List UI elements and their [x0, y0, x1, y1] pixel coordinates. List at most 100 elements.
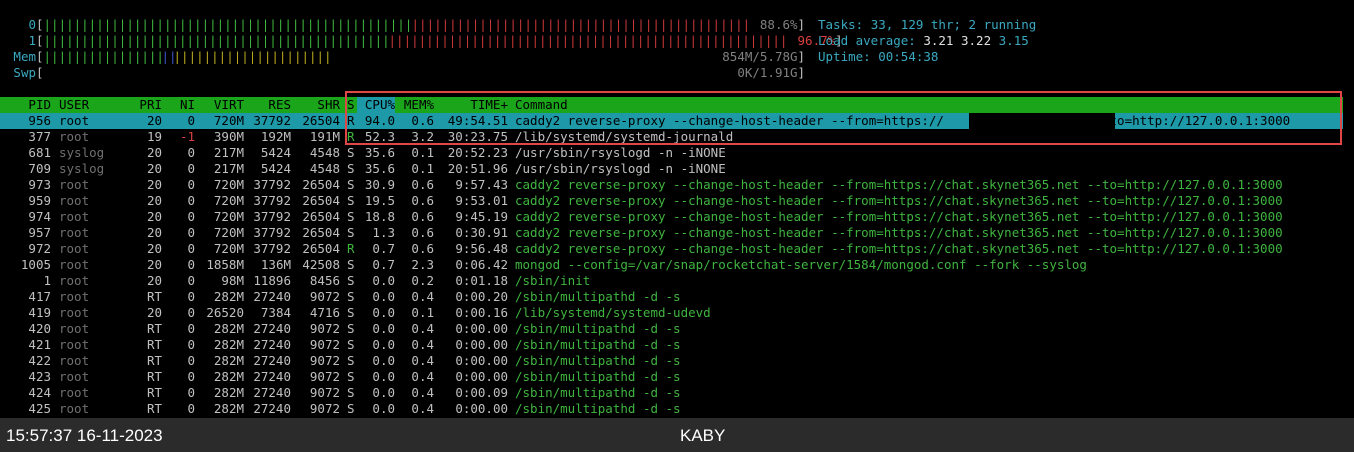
process-row[interactable]: 422 root RT 0 282M 27240 9072 S 0.0 0.4 0:00.00/sb… — [0, 353, 1343, 369]
col-mem[interactable]: MEM% — [400, 97, 434, 113]
cell-res: 27240 — [253, 385, 291, 400]
process-row[interactable]: 425 root RT 0 282M 27240 9072 S 0.0 0.4 0:00.00/sb… — [0, 401, 1343, 417]
process-row[interactable]: 973 root 20 0 720M 37792 26504 S 30.9 0.6 9:57.43 c… — [0, 177, 1343, 193]
cell-pid: 957 — [28, 225, 51, 240]
col-cpu[interactable]: CPU% — [357, 97, 395, 113]
cell-ni: 0 — [187, 241, 195, 256]
cell-pri: 20 — [146, 209, 162, 224]
process-row[interactable]: 957 root 20 0 720M 37792 26504 S 1.3 0.6 0:30.91 ca… — [0, 225, 1343, 241]
htop-terminal: 0[||||||||||||||||||||||||||||||||||||||… — [0, 0, 1354, 418]
cell-pid: 709 — [28, 161, 51, 176]
col-ni[interactable]: NI — [170, 97, 195, 113]
cell-res: 37792 — [253, 177, 291, 192]
col-command[interactable]: Command — [515, 97, 568, 113]
cell-mem: 0.1 — [411, 161, 434, 176]
cell-time: 0:30.91 — [455, 225, 508, 240]
cell-time: 0:00.00 — [455, 401, 508, 416]
cell-user: root — [59, 209, 90, 224]
cell-user: root — [59, 353, 90, 368]
cell-mem: 0.2 — [411, 273, 434, 288]
cell-user: syslog — [59, 145, 105, 160]
cell-ni: 0 — [187, 193, 195, 208]
cpu0-bar-green: ||||||||||||||||||||||||||||||||||||||||… — [43, 17, 412, 32]
col-res[interactable]: RES — [248, 97, 291, 113]
cell-user: root — [59, 129, 90, 144]
process-row[interactable]: 709 syslog 20 0 217M 5424 4548 S 35.6 0.1 20:51.96… — [0, 161, 1343, 177]
cell-shr: 26504 — [302, 193, 340, 208]
cell-user: root — [59, 273, 90, 288]
process-row[interactable]: 377 root 19 -1 390M 192M 191M R 52.3 3.2 30:23.75 /… — [0, 129, 1343, 145]
cell-cpu: 0.0 — [372, 385, 395, 400]
col-state[interactable]: S — [347, 97, 355, 113]
process-row[interactable]: 956 root 20 0 720M 37792 26504 R 94.0 0.6 49:54.51… — [0, 113, 1343, 129]
cell-virt: 26520 — [206, 305, 244, 320]
cell-time: 0:00.00 — [455, 337, 508, 352]
process-row[interactable]: 421 root RT 0 282M 27240 9072 S 0.0 0.4 0:00.00/sb… — [0, 337, 1343, 353]
cell-pid: 974 — [28, 209, 51, 224]
cell-pri: RT — [146, 369, 162, 384]
cell-cpu: 52.3 — [364, 129, 395, 144]
process-row[interactable]: 681 syslog 20 0 217M 5424 4548 S 35.6 0.1 20:52.23… — [0, 145, 1343, 161]
cell-cpu: 18.8 — [364, 209, 395, 224]
swp-value: 0K/1.91G — [737, 65, 798, 80]
swp-meter: Swp[0K/1.91G] — [8, 65, 805, 81]
cell-pri: RT — [146, 401, 162, 416]
cell-s: S — [347, 193, 355, 208]
process-row[interactable]: 420 root RT 0 282M 27240 9072 S 0.0 0.4 0:00.00/sb… — [0, 321, 1343, 337]
cell-ni: 0 — [187, 369, 195, 384]
col-pid[interactable]: PID — [0, 97, 51, 113]
process-row[interactable]: 974 root 20 0 720M 37792 26504 S 18.8 0.6 9:45.19 c… — [0, 209, 1343, 225]
mem-bar-yellow: ||||||||||||||||||||||||||||||||||| — [173, 49, 334, 64]
cell-cpu: 0.0 — [372, 369, 395, 384]
cell-mem: 0.4 — [411, 401, 434, 416]
cell-pri: 20 — [146, 177, 162, 192]
mem-meter: Mem[|||||||||||||||| ||||||||||||||||||||… — [8, 49, 805, 65]
cell-cpu: 0.7 — [372, 257, 395, 272]
col-shr[interactable]: SHR — [295, 97, 340, 113]
cell-cpu: 0.0 — [372, 401, 395, 416]
cell-res: 27240 — [253, 353, 291, 368]
cell-pri: 20 — [146, 161, 162, 176]
cell-pid: 422 — [28, 353, 51, 368]
cell-s: R — [347, 113, 355, 128]
cell-pid: 956 — [28, 113, 51, 128]
cell-user: root — [59, 337, 90, 352]
cell-s: S — [347, 145, 355, 160]
cell-user: root — [59, 369, 90, 384]
cell-shr: 9072 — [309, 289, 340, 304]
process-row[interactable]: 424 root RT 0 282M 27240 9072 S 0.0 0.4 0:00.09/sb… — [0, 385, 1343, 401]
col-pri[interactable]: PRI — [120, 97, 162, 113]
cell-command: /sbin/multipathd -d -s — [515, 321, 681, 336]
process-row[interactable]: 423 root RT 0 282M 27240 9072 S 0.0 0.4 0:00.00/sb… — [0, 369, 1343, 385]
cell-virt: 217M — [213, 145, 244, 160]
cell-pri: RT — [146, 385, 162, 400]
col-time[interactable]: TIME+ — [440, 97, 508, 113]
cell-shr: 26504 — [302, 113, 340, 128]
cell-pid: 420 — [28, 321, 51, 336]
cell-shr: 9072 — [309, 337, 340, 352]
cell-cpu: 30.9 — [364, 177, 395, 192]
process-row[interactable]: 419 root 20 0 26520 7384 4716 S 0.0 0.1 0:00.16/li… — [0, 305, 1343, 321]
cell-shr: 9072 — [309, 353, 340, 368]
process-row[interactable]: 959 root 20 0 720M 37792 26504 S 19.5 0.6 9:53.01 c… — [0, 193, 1343, 209]
cell-pri: 20 — [146, 305, 162, 320]
cell-virt: 282M — [213, 337, 244, 352]
col-user[interactable]: USER — [59, 97, 89, 113]
process-row[interactable]: 1005 root 20 0 1858M 136M 42508 S 0.7 2.3 0:06.42 m… — [0, 257, 1343, 273]
cell-res: 37792 — [253, 241, 291, 256]
cell-time: 49:54.51 — [447, 113, 508, 128]
cell-time: 0:00.09 — [455, 385, 508, 400]
cell-ni: 0 — [187, 257, 195, 272]
cell-virt: 282M — [213, 321, 244, 336]
cell-virt: 720M — [213, 177, 244, 192]
redacted-region — [969, 113, 1115, 129]
cell-pid: 424 — [28, 385, 51, 400]
cell-command: caddy2 reverse-proxy --change-host-heade… — [515, 241, 1283, 256]
cell-shr: 26504 — [302, 177, 340, 192]
cpu1-meter: 1[||||||||||||||||||||||||||||||||||||||… — [8, 33, 842, 49]
process-row[interactable]: 972 root 20 0 720M 37792 26504 R 0.7 0.6 9:56.48 ca… — [0, 241, 1343, 257]
col-virt[interactable]: VIRT — [200, 97, 244, 113]
tasks-value: 33, 129 thr; 2 running — [870, 17, 1037, 32]
process-row[interactable]: 1 root 20 0 98M 11896 8456 S 0.0 0.2 0:01.18/sbin/… — [0, 273, 1343, 289]
process-row[interactable]: 417 root RT 0 282M 27240 9072 S 0.0 0.4 0:00.20/sb… — [0, 289, 1343, 305]
